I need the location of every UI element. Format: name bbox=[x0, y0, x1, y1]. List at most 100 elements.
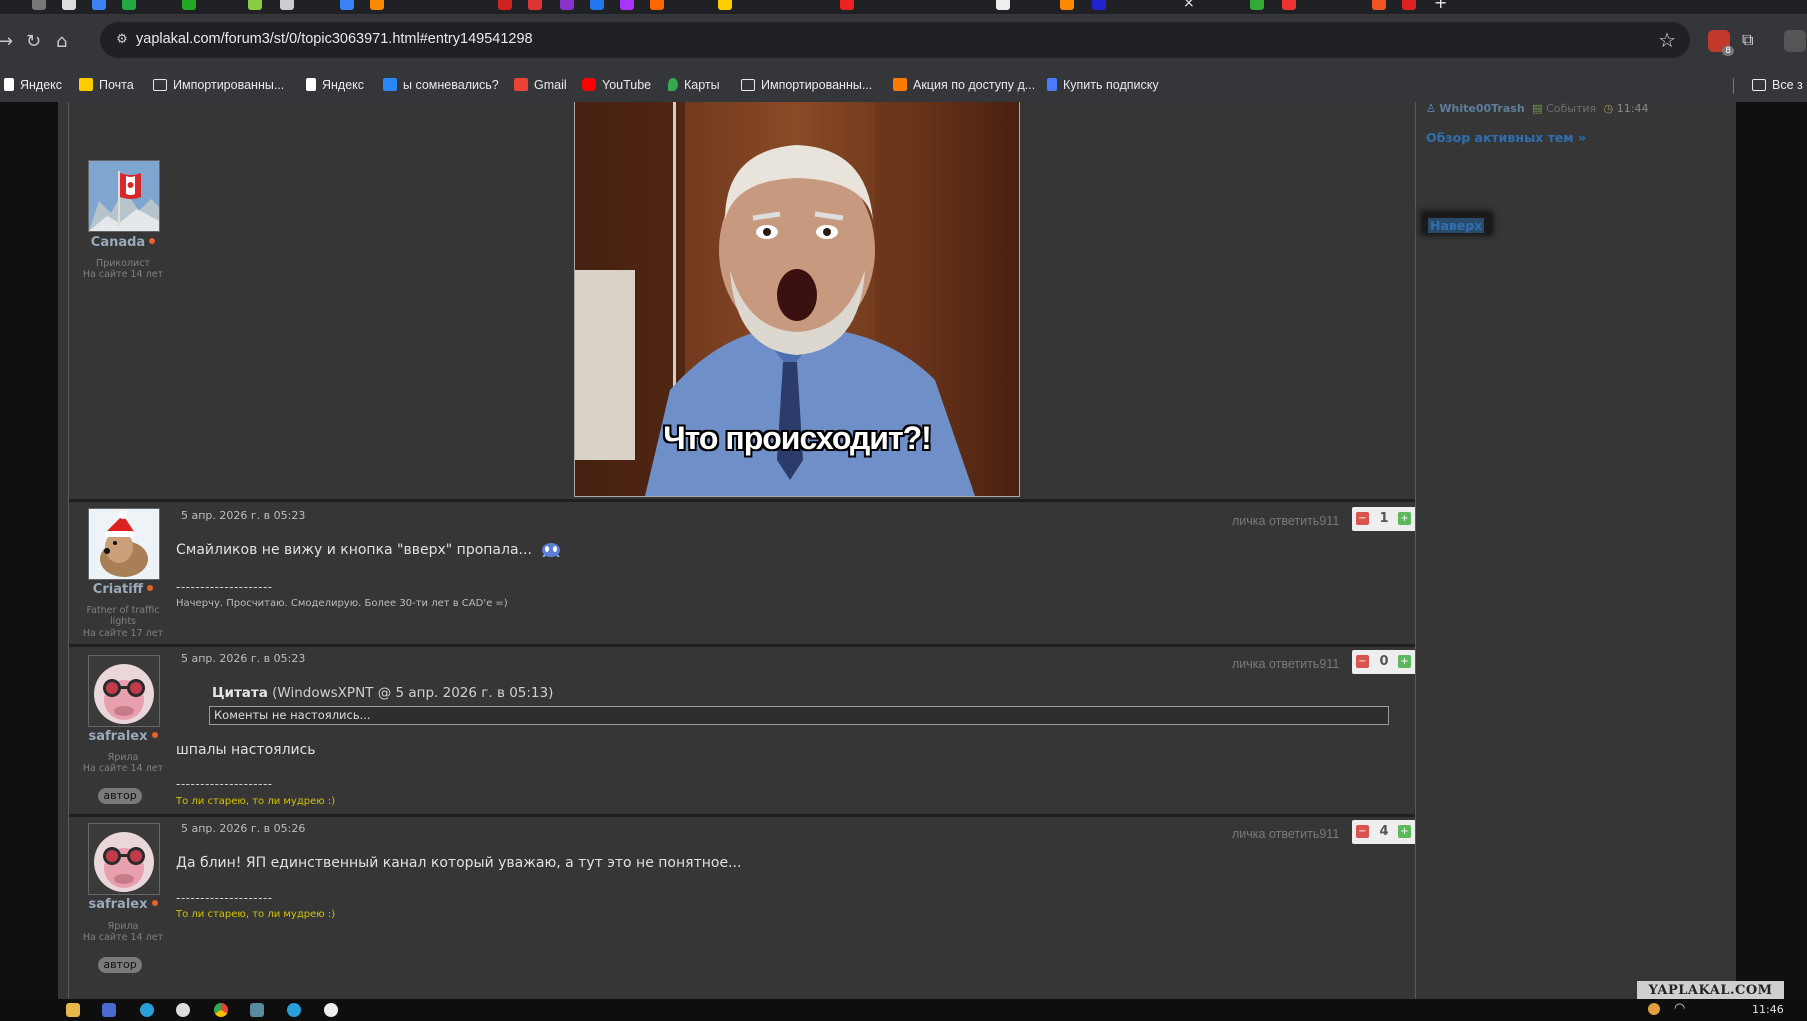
tab-favicon[interactable] bbox=[1402, 0, 1416, 10]
home-icon[interactable]: ⌂ bbox=[56, 32, 67, 52]
tab-favicon[interactable] bbox=[560, 0, 574, 10]
username[interactable]: safralex bbox=[69, 729, 177, 744]
post-actions[interactable]: личка ответить911 bbox=[1232, 827, 1339, 841]
user-rank: Ярила bbox=[107, 752, 139, 763]
tab-favicon[interactable] bbox=[590, 0, 604, 10]
bookmark-mail[interactable]: Почта bbox=[79, 78, 134, 92]
site-info-icon[interactable]: ⚙ bbox=[112, 30, 132, 50]
bookmark-youtube[interactable]: YouTube bbox=[582, 78, 651, 92]
url-text[interactable]: yaplakal.com/forum3/st/0/topic3063971.ht… bbox=[136, 31, 533, 47]
tab-favicon[interactable] bbox=[528, 0, 542, 10]
address-bar[interactable]: ⚙ yaplakal.com/forum3/st/0/topic3063971.… bbox=[100, 22, 1690, 58]
chrome-icon[interactable] bbox=[214, 1003, 228, 1017]
forum-post: Canada Приколист На сайте 14 лет Что про… bbox=[69, 102, 1415, 499]
bookmark-subscription[interactable]: Купить подписку bbox=[1047, 78, 1159, 92]
app-icon[interactable] bbox=[250, 1003, 264, 1017]
telegram-icon[interactable] bbox=[287, 1003, 301, 1017]
bookmark-vk[interactable]: ы сомневались? bbox=[383, 78, 499, 92]
tab-favicon[interactable] bbox=[122, 0, 136, 10]
signature-separator: -------------------- bbox=[176, 891, 273, 905]
crying-smiley-icon bbox=[542, 543, 561, 558]
forward-icon[interactable]: → bbox=[0, 32, 13, 52]
avatar[interactable] bbox=[88, 160, 160, 232]
clock-time[interactable]: 11:46 bbox=[1752, 1003, 1784, 1016]
avatar[interactable] bbox=[88, 823, 160, 895]
post-actions[interactable]: личка ответить911 bbox=[1232, 514, 1339, 528]
username[interactable]: safralex bbox=[69, 897, 177, 912]
tab-favicon[interactable] bbox=[280, 0, 294, 10]
quote-header: Цитата (WindowsXPNT @ 5 апр. 2026 г. в 0… bbox=[212, 685, 553, 701]
extension-icon[interactable]: 8 bbox=[1708, 30, 1734, 56]
tab-favicon[interactable] bbox=[650, 0, 664, 10]
rate-up-button[interactable]: + bbox=[1398, 825, 1411, 838]
user-tenure: На сайте 14 лет bbox=[82, 763, 164, 774]
bookmark-yandex[interactable]: Яндекс bbox=[306, 78, 364, 92]
yandex-icon bbox=[306, 78, 316, 91]
image-caption: Что происходит?! bbox=[663, 420, 932, 456]
rate-down-button[interactable]: − bbox=[1356, 825, 1369, 838]
tab-favicon[interactable] bbox=[182, 0, 196, 10]
user-rank: Father of traffic lights bbox=[86, 605, 160, 627]
tab-favicon[interactable] bbox=[32, 0, 46, 10]
tab-favicon[interactable] bbox=[1282, 0, 1296, 10]
tab-favicon[interactable] bbox=[340, 0, 354, 10]
bookmark-folder[interactable]: Импортированны... bbox=[153, 78, 284, 92]
post-actions[interactable]: личка ответить911 bbox=[1232, 657, 1339, 671]
username[interactable]: Canada bbox=[69, 235, 177, 250]
telegram-icon[interactable] bbox=[140, 1003, 154, 1017]
rate-down-button[interactable]: − bbox=[1356, 655, 1369, 668]
whatsapp-icon[interactable] bbox=[176, 1003, 190, 1017]
bookmark-maps[interactable]: Карты bbox=[668, 78, 720, 92]
tab-favicon[interactable] bbox=[498, 0, 512, 10]
new-tab-icon[interactable]: + bbox=[1434, 0, 1447, 12]
bookmark-all-folder[interactable]: Все з bbox=[1752, 78, 1803, 92]
rate-down-button[interactable]: − bbox=[1356, 512, 1369, 525]
wifi-icon[interactable]: ◠ bbox=[1674, 1001, 1685, 1016]
quote-label: Цитата bbox=[212, 685, 268, 701]
user-signature: То ли старею, то ли мудрею :) bbox=[176, 796, 336, 807]
messenger-icon[interactable] bbox=[324, 1003, 338, 1017]
user-rank: Ярила bbox=[107, 921, 139, 932]
active-username[interactable]: White00Trash bbox=[1439, 102, 1524, 115]
tab-favicon[interactable] bbox=[92, 0, 106, 10]
bookmark-promo[interactable]: Акция по доступу д... bbox=[893, 78, 1035, 92]
avatar[interactable] bbox=[88, 508, 160, 580]
bookmark-folder[interactable]: Импортированны... bbox=[741, 78, 872, 92]
post-date[interactable]: 5 апр. 2026 г. в 05:26 bbox=[181, 822, 305, 835]
profile-icon[interactable] bbox=[1784, 30, 1806, 52]
extensions-puzzle-icon[interactable]: ⧉ bbox=[1742, 30, 1764, 52]
bookmark-star-icon[interactable]: ☆ bbox=[1658, 28, 1676, 52]
tab-favicon[interactable] bbox=[840, 0, 854, 10]
post-date[interactable]: 5 апр. 2026 г. в 05:23 bbox=[181, 509, 305, 522]
bookmark-gmail[interactable]: Gmail bbox=[514, 78, 567, 92]
rate-up-button[interactable]: + bbox=[1398, 655, 1411, 668]
tab-favicon[interactable] bbox=[62, 0, 76, 10]
save-app-icon[interactable] bbox=[102, 1003, 116, 1017]
close-tab-icon[interactable]: × bbox=[1183, 0, 1195, 11]
tab-favicon[interactable] bbox=[370, 0, 384, 10]
tab-favicon[interactable] bbox=[1372, 0, 1386, 10]
scroll-to-top-button[interactable]: Наверх bbox=[1424, 214, 1491, 233]
tab-favicon[interactable] bbox=[1250, 0, 1264, 10]
forum-thread: Canada Приколист На сайте 14 лет Что про… bbox=[68, 102, 1416, 999]
tab-favicon[interactable] bbox=[718, 0, 732, 10]
post-date[interactable]: 5 апр. 2026 г. в 05:23 bbox=[181, 652, 305, 665]
bookmark-yandex[interactable]: Яндекс bbox=[4, 78, 62, 92]
tab-favicon[interactable] bbox=[620, 0, 634, 10]
tab-favicon[interactable] bbox=[248, 0, 262, 10]
file-explorer-icon[interactable] bbox=[66, 1003, 80, 1017]
tab-favicon[interactable] bbox=[996, 0, 1010, 10]
events-label[interactable]: События bbox=[1546, 102, 1596, 115]
rate-up-button[interactable]: + bbox=[1398, 512, 1411, 525]
avatar[interactable] bbox=[88, 655, 160, 727]
post-image[interactable]: Что происходит?! bbox=[574, 102, 1020, 497]
tab-favicon[interactable] bbox=[1060, 0, 1074, 10]
username[interactable]: Criatiff bbox=[69, 582, 177, 597]
rating-value: 0 bbox=[1379, 654, 1389, 669]
author-badge: автор bbox=[98, 788, 142, 804]
tab-favicon[interactable] bbox=[1092, 0, 1106, 10]
weather-icon[interactable] bbox=[1648, 1003, 1660, 1015]
user-icon: ♙ bbox=[1426, 102, 1436, 115]
reload-icon[interactable]: ↻ bbox=[26, 32, 41, 52]
active-topics-link[interactable]: Обзор активных тем » bbox=[1426, 130, 1586, 145]
